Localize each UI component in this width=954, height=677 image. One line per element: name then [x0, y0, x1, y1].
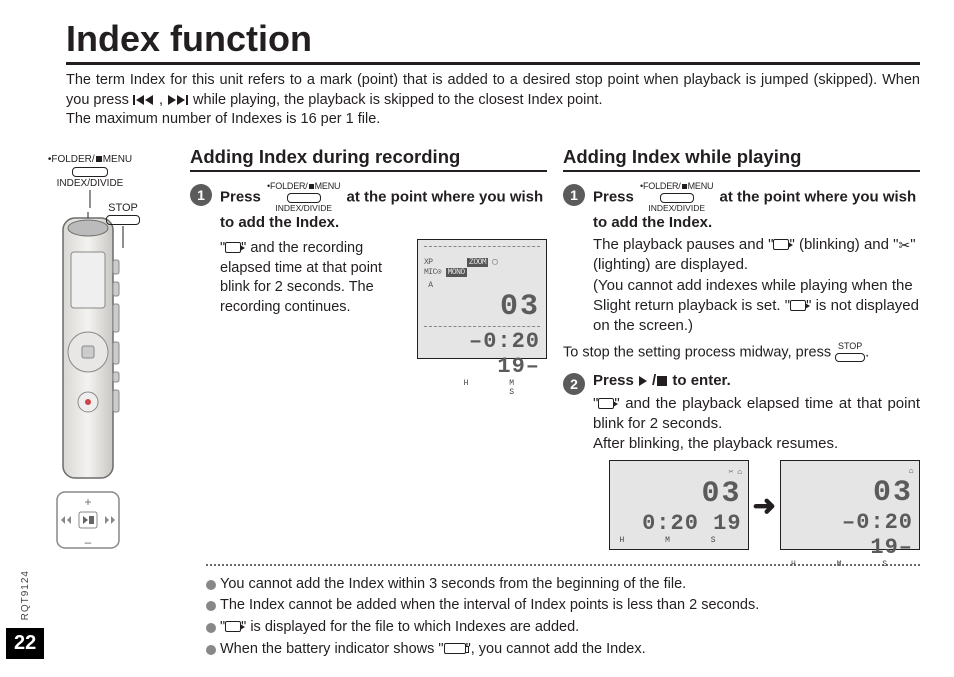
col1-desc: "" and the recording elapsed time at tha…: [220, 239, 407, 317]
doc-code: RQT9124: [20, 570, 31, 620]
step-number-1: 1: [190, 184, 212, 206]
note-2: The Index cannot be added when the inter…: [220, 595, 759, 617]
bullet-icon: [206, 623, 216, 633]
column-playing: Adding Index while playing 1 Press •FOLD…: [563, 146, 920, 552]
index-mark-icon-4: [598, 398, 614, 409]
play-stop-icon: /: [638, 372, 672, 389]
intro-paragraph: The term Index for this unit refers to a…: [66, 71, 920, 130]
skip-forward-icon: [167, 92, 193, 108]
midway-note: To stop the setting process midway, pres…: [563, 342, 920, 363]
index-mark-icon-5: [225, 621, 241, 632]
index-mark-icon: [225, 242, 241, 253]
lcd-display-playing-after: ⌂ 03 –0:20 19– H M S: [780, 460, 920, 550]
column-recording: Adding Index during recording 1 Press •F…: [190, 146, 547, 552]
page-number: 22: [6, 628, 44, 659]
col2-desc2: "" and the playback elapsed time at that…: [593, 394, 920, 455]
col2-heading: Adding Index while playing: [563, 146, 920, 172]
lcd-display-playing-before: ✂ ⌂ 03 0:20 19 H M S: [609, 460, 749, 550]
skip-back-icon: [133, 92, 159, 108]
step-number-1b: 1: [563, 184, 585, 206]
note-3: "" is displayed for the file to which In…: [220, 617, 579, 639]
bullet-icon: [206, 580, 216, 590]
svg-text:+: +: [84, 495, 91, 509]
page-side: RQT9124 22: [6, 570, 44, 659]
notes-block: You cannot add the Index within 3 second…: [206, 574, 920, 661]
arrow-right-icon: ➜: [753, 489, 776, 522]
folder-menu-button-icon: •FOLDER/MENU INDEX/DIVIDE: [267, 182, 340, 213]
folder-menu-button-icon-2: •FOLDER/MENU INDEX/DIVIDE: [640, 182, 713, 213]
intro-text-c: The maximum number of Indexes is 16 per …: [66, 111, 380, 127]
folder-menu-button-label: •FOLDER/MENU INDEX/DIVIDE: [6, 154, 174, 190]
stop-button-icon: STOP: [835, 342, 865, 363]
col1-step1-a: Press: [220, 188, 265, 205]
note-4: When the battery indicator shows "", you…: [220, 639, 646, 661]
stop-button-label: STOP: [106, 202, 140, 248]
col1-heading: Adding Index during recording: [190, 146, 547, 172]
bullet-icon: [206, 645, 216, 655]
device-column: •FOLDER/MENU INDEX/DIVIDE STOP: [6, 146, 174, 552]
step-number-2: 2: [563, 373, 585, 395]
index-mark-icon-2: [773, 239, 789, 250]
scissors-icon: ✂: [899, 237, 911, 253]
lcd-display-recording: XP ZOOM ▢ MIC⊙ MONO A 03 –0:20 19– H M S: [417, 239, 547, 359]
note-1: You cannot add the Index within 3 second…: [220, 574, 686, 596]
page-title: Index function: [66, 18, 920, 65]
col2-desc1: The playback pauses and "" (blinking) an…: [593, 235, 920, 336]
intro-text-b: while playing, the playback is skipped t…: [193, 92, 602, 108]
col2-step2-b: to enter.: [672, 372, 730, 389]
index-mark-icon-3: [790, 300, 806, 311]
svg-text:–: –: [85, 535, 92, 549]
col2-step1-a: Press: [593, 188, 638, 205]
battery-empty-icon: [444, 643, 466, 654]
bullet-icon: [206, 601, 216, 611]
recorder-illustration: + –: [35, 212, 145, 552]
col2-step2-a: Press: [593, 372, 638, 389]
